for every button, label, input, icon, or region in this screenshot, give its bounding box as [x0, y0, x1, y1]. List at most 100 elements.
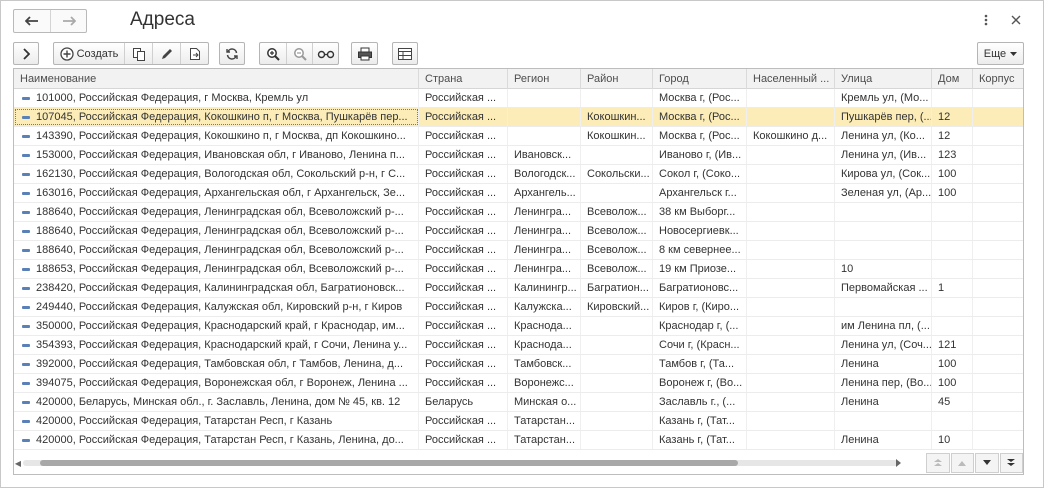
cell-locality	[747, 355, 835, 373]
table-row[interactable]: 188653, Российская Федерация, Ленинградс…	[14, 260, 1023, 279]
expand-panel-button[interactable]	[13, 42, 39, 65]
cell-street: Зеленая ул, (Ар...	[835, 184, 932, 202]
cell-locality	[747, 374, 835, 392]
cell-region: Краснода...	[508, 317, 581, 335]
table-row[interactable]: 238420, Российская Федерация, Калинингра…	[14, 279, 1023, 298]
column-header-name[interactable]: Наименование	[14, 69, 419, 89]
cell-country: Российская ...	[419, 108, 508, 126]
chevron-right-icon	[23, 47, 30, 60]
cancel-search-button[interactable]	[286, 43, 312, 64]
cell-district	[581, 146, 653, 164]
table-row[interactable]: 163016, Российская Федерация, Архангельс…	[14, 184, 1023, 203]
find-button[interactable]	[260, 43, 286, 64]
table-row[interactable]: 107045, Российская Федерация, Кокошкино …	[14, 108, 1023, 127]
page-up-button[interactable]	[950, 453, 974, 473]
cell-city: Багратионовс...	[653, 279, 747, 297]
cell-street	[835, 241, 932, 259]
cell-district	[581, 412, 653, 430]
cell-district	[581, 89, 653, 107]
mark-delete-button[interactable]	[180, 43, 208, 64]
cell-house: 12	[932, 108, 973, 126]
more-button[interactable]: Еще	[977, 42, 1024, 65]
scroll-thumb[interactable]	[40, 460, 738, 466]
more-actions-menu[interactable]	[976, 10, 996, 30]
back-button[interactable]	[14, 10, 50, 32]
cell-street: Ленина ул, (Ив...	[835, 146, 932, 164]
forward-button[interactable]	[50, 10, 86, 32]
table-row[interactable]: 162130, Российская Федерация, Вологодска…	[14, 165, 1023, 184]
column-header-country[interactable]: Страна	[419, 69, 508, 89]
cell-district: Всеволож...	[581, 203, 653, 221]
cell-city: 19 км Приозе...	[653, 260, 747, 278]
cell-locality	[747, 298, 835, 316]
last-page-button[interactable]	[999, 453, 1023, 473]
create-button-label: Создать	[76, 47, 119, 60]
table-row[interactable]: 143390, Российская Федерация, Кокошкино …	[14, 127, 1023, 146]
refresh-button[interactable]	[219, 42, 245, 65]
cell-house: 10	[932, 431, 973, 449]
cell-building	[973, 203, 1023, 221]
cell-region: Тамбовск...	[508, 355, 581, 373]
cell-building	[973, 146, 1023, 164]
page-down-button[interactable]	[975, 453, 999, 473]
cell-street: Ленина ул, (Соч...	[835, 336, 932, 354]
create-button[interactable]: Создать	[54, 43, 124, 64]
cell-building	[973, 431, 1023, 449]
column-header-region[interactable]: Регион	[508, 69, 581, 89]
first-page-button[interactable]	[926, 453, 950, 473]
cell-locality	[747, 279, 835, 297]
arrow-right-icon	[62, 16, 76, 26]
search-by-details-button[interactable]	[312, 43, 338, 64]
cell-city: Москва г, (Рос...	[653, 127, 747, 145]
document-arrow-icon	[189, 47, 200, 60]
cell-street	[835, 412, 932, 430]
table-row[interactable]: 420000, Российская Федерация, Татарстан …	[14, 431, 1023, 450]
print-button[interactable]	[351, 42, 378, 65]
table-row[interactable]: 188640, Российская Федерация, Ленинградс…	[14, 203, 1023, 222]
table-row[interactable]: 420000, Российская Федерация, Татарстан …	[14, 412, 1023, 431]
table-row[interactable]: 153000, Российская Федерация, Ивановская…	[14, 146, 1023, 165]
column-header-city[interactable]: Город	[653, 69, 747, 89]
caret-down-icon	[1010, 51, 1018, 56]
cell-name: 107045, Российская Федерация, Кокошкино …	[14, 108, 419, 126]
scroll-left-arrow[interactable]: ◀	[13, 458, 23, 468]
table-row[interactable]: 188640, Российская Федерация, Ленинградс…	[14, 222, 1023, 241]
cell-name: 420000, Российская Федерация, Татарстан …	[14, 431, 419, 449]
cell-street	[835, 222, 932, 240]
table-row[interactable]: 420000, Беларусь, Минская обл., г. Засла…	[14, 393, 1023, 412]
cell-name: 350000, Российская Федерация, Краснодарс…	[14, 317, 419, 335]
column-header-district[interactable]: Район	[581, 69, 653, 89]
cell-locality	[747, 260, 835, 278]
table-row[interactable]: 354393, Российская Федерация, Краснодарс…	[14, 336, 1023, 355]
column-header-street[interactable]: Улица	[835, 69, 932, 89]
cell-country: Российская ...	[419, 241, 508, 259]
cell-locality	[747, 165, 835, 183]
cell-district: Кокошкин...	[581, 127, 653, 145]
zoom-in-icon	[267, 47, 280, 61]
cell-building	[973, 298, 1023, 316]
scroll-right-arrow[interactable]	[893, 458, 903, 468]
column-header-locality[interactable]: Населенный ...	[747, 69, 835, 89]
table-row[interactable]: 394075, Российская Федерация, Воронежска…	[14, 374, 1023, 393]
column-header-house[interactable]: Дом	[932, 69, 973, 89]
cell-house	[932, 260, 973, 278]
copy-button[interactable]	[124, 43, 152, 64]
cell-locality: Кокошкино д...	[747, 127, 835, 145]
close-button[interactable]	[1006, 10, 1026, 30]
cell-name: 188640, Российская Федерация, Ленинградс…	[14, 222, 419, 240]
column-header-building[interactable]: Корпус	[973, 69, 1023, 89]
table-row[interactable]: 392000, Российская Федерация, Тамбовская…	[14, 355, 1023, 374]
horizontal-scrollbar[interactable]: ◀	[13, 455, 918, 471]
cell-country: Российская ...	[419, 279, 508, 297]
cell-district: Всеволож...	[581, 241, 653, 259]
table-row[interactable]: 249440, Российская Федерация, Калужская …	[14, 298, 1023, 317]
cell-house	[932, 241, 973, 259]
edit-button[interactable]	[152, 43, 180, 64]
cell-district: Кокошкин...	[581, 108, 653, 126]
table-row[interactable]: 101000, Российская Федерация, г Москва, …	[14, 89, 1023, 108]
report-button[interactable]	[392, 42, 418, 65]
table-row[interactable]: 350000, Российская Федерация, Краснодарс…	[14, 317, 1023, 336]
table-row[interactable]: 188640, Российская Федерация, Ленинградс…	[14, 241, 1023, 260]
cell-name: 188640, Российская Федерация, Ленинградс…	[14, 241, 419, 259]
cell-building	[973, 108, 1023, 126]
